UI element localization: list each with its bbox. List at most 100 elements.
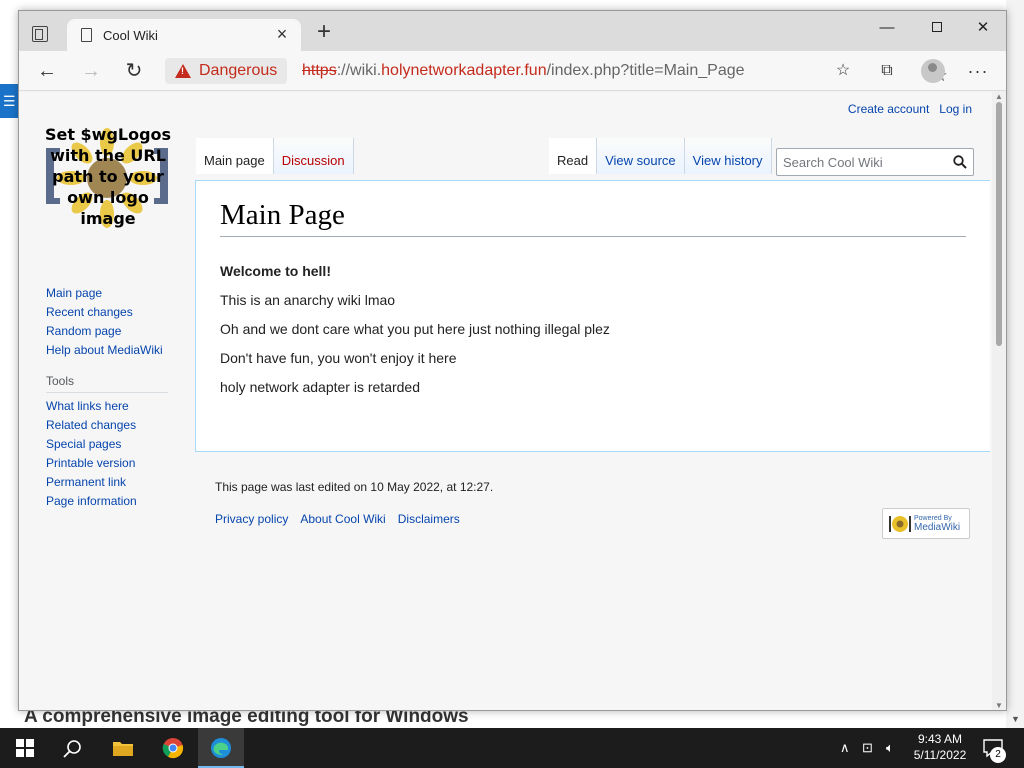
more-options-icon[interactable]: ··· bbox=[967, 61, 989, 81]
scroll-down-arrow-icon[interactable]: ▼ bbox=[1011, 714, 1020, 724]
maximize-button[interactable] bbox=[914, 15, 960, 41]
tab-title: Cool Wiki bbox=[103, 28, 158, 43]
mediawiki-flower-icon bbox=[889, 515, 911, 532]
sidebar: Main page Recent changes Random page Hel… bbox=[46, 284, 176, 511]
clock[interactable]: 9:43 AM 5/11/2022 bbox=[908, 731, 972, 763]
page-icon bbox=[81, 28, 92, 42]
url-path: /index.php?title=Main_Page bbox=[546, 62, 745, 79]
chrome-button[interactable] bbox=[150, 728, 196, 768]
page-scrollbar[interactable]: ▲ ▼ bbox=[992, 92, 1006, 710]
folder-icon bbox=[113, 742, 133, 756]
security-label: Dangerous bbox=[199, 62, 278, 79]
back-icon[interactable]: ← bbox=[33, 58, 61, 84]
login-link[interactable]: Log in bbox=[939, 102, 972, 116]
sidebar-item-permanent-link[interactable]: Permanent link bbox=[46, 473, 176, 492]
logo-text: Set $wgLogos with the URL path to your o… bbox=[44, 125, 172, 228]
sidebar-item-random-page[interactable]: Random page bbox=[46, 322, 176, 341]
sidebar-item-related-changes[interactable]: Related changes bbox=[46, 416, 176, 435]
sidebar-item-help[interactable]: Help about MediaWiki bbox=[46, 341, 176, 360]
namespace-tabs: Main page Discussion bbox=[196, 138, 354, 174]
tools-heading: Tools bbox=[46, 374, 168, 393]
browser-tab[interactable]: Cool Wiki × bbox=[67, 19, 301, 51]
sidebar-item-printable-version[interactable]: Printable version bbox=[46, 454, 176, 473]
browser-window: Cool Wiki × + — ✕ ← → ↻ Dangerous https:… bbox=[18, 10, 1007, 711]
maximize-icon bbox=[932, 22, 942, 32]
tab-bar: Cool Wiki × + — ✕ bbox=[19, 11, 1006, 51]
favorites-icon[interactable]: ☆ bbox=[832, 61, 854, 81]
privacy-policy-link[interactable]: Privacy policy bbox=[215, 512, 288, 526]
main-content: Main Page Welcome to hell! This is an an… bbox=[195, 180, 990, 452]
wiki-logo[interactable]: Set $wgLogos with the URL path to your o… bbox=[41, 122, 175, 234]
windows-logo-icon bbox=[26, 749, 34, 757]
body-paragraph: holy network adapter is retarded bbox=[220, 379, 420, 395]
sidebar-item-main-page[interactable]: Main page bbox=[46, 284, 176, 303]
body-paragraph: Welcome to hell! bbox=[220, 263, 331, 279]
tab-view-history[interactable]: View history bbox=[684, 138, 772, 174]
close-tab-icon[interactable]: × bbox=[273, 24, 291, 44]
chevron-up-icon[interactable]: ∧ bbox=[840, 740, 850, 756]
warning-icon bbox=[175, 64, 191, 78]
body-paragraph: Don't have fun, you won't enjoy it here bbox=[220, 350, 457, 366]
sidebar-item-special-pages[interactable]: Special pages bbox=[46, 435, 176, 454]
minimize-button[interactable]: — bbox=[864, 15, 910, 41]
windows-logo-icon bbox=[26, 739, 34, 747]
search-icon[interactable] bbox=[953, 155, 967, 169]
browser-toolbar: ← → ↻ Dangerous https://wiki.holynetwork… bbox=[19, 51, 1006, 91]
sidebar-item-what-links-here[interactable]: What links here bbox=[46, 397, 176, 416]
powered-by-mediawiki-badge[interactable]: Powered By MediaWiki bbox=[882, 508, 970, 539]
search-box bbox=[776, 148, 974, 176]
taskbar: ∧ ⊡ 🔈︎ 9:43 AM 5/11/2022 2 bbox=[0, 728, 1024, 768]
tab-actions-icon[interactable] bbox=[32, 26, 48, 42]
tab-view-source[interactable]: View source bbox=[597, 138, 685, 174]
url-text[interactable]: https://wiki.holynetworkadapter.fun/inde… bbox=[302, 62, 745, 80]
search-icon[interactable] bbox=[62, 738, 84, 760]
security-indicator[interactable]: Dangerous bbox=[165, 58, 288, 84]
volume-icon[interactable]: 🔈︎ bbox=[886, 740, 894, 756]
body-paragraph: Oh and we dont care what you put here ju… bbox=[220, 321, 610, 337]
edge-button[interactable] bbox=[198, 728, 244, 768]
scrollbar-thumb[interactable] bbox=[996, 102, 1002, 346]
tab-read[interactable]: Read bbox=[549, 138, 598, 174]
page-viewport: Create account Log in Set $wgLogos with … bbox=[19, 92, 1006, 710]
url-host: holynetworkadapter.fun bbox=[381, 62, 547, 79]
reload-icon[interactable]: ↻ bbox=[120, 58, 148, 84]
clock-time: 9:43 AM bbox=[917, 732, 963, 746]
file-explorer-button[interactable] bbox=[100, 728, 146, 768]
collections-icon[interactable]: ⧉ bbox=[876, 61, 898, 81]
tab-main-page[interactable]: Main page bbox=[196, 138, 274, 174]
body-paragraph: This is an anarchy wiki lmao bbox=[220, 292, 396, 308]
start-button[interactable] bbox=[16, 739, 34, 757]
last-edited-info: This page was last edited on 10 May 2022… bbox=[215, 480, 494, 494]
desktop-scrollbar[interactable]: ▼ bbox=[1006, 0, 1024, 728]
footer-links: Privacy policy About Cool Wiki Disclaime… bbox=[215, 512, 460, 526]
powered-by-brand: MediaWiki bbox=[914, 522, 961, 533]
profile-avatar-icon[interactable] bbox=[921, 59, 945, 83]
url-scheme: https bbox=[302, 62, 337, 79]
address-bar[interactable]: Dangerous https://wiki.holynetworkadapte… bbox=[165, 56, 948, 86]
sidebar-item-recent-changes[interactable]: Recent changes bbox=[46, 303, 176, 322]
network-icon[interactable]: ⊡ bbox=[862, 740, 873, 756]
personal-tools: Create account Log in bbox=[848, 102, 972, 116]
close-window-button[interactable]: ✕ bbox=[960, 15, 1006, 41]
forward-icon[interactable]: → bbox=[77, 58, 105, 84]
windows-logo-icon bbox=[16, 749, 24, 757]
page-body: Welcome to hell! This is an anarchy wiki… bbox=[220, 257, 610, 402]
sidebar-item-page-information[interactable]: Page information bbox=[46, 492, 176, 511]
view-tabs: Read View source View history bbox=[549, 138, 772, 174]
clock-date: 5/11/2022 bbox=[913, 748, 967, 762]
scroll-down-icon[interactable]: ▼ bbox=[995, 701, 1003, 710]
scroll-up-icon[interactable]: ▲ bbox=[995, 92, 1003, 101]
windows-logo-icon bbox=[16, 739, 24, 747]
powered-by-small: Powered By bbox=[914, 515, 952, 522]
tab-discussion[interactable]: Discussion bbox=[273, 138, 354, 174]
url-separator: :// bbox=[336, 62, 351, 79]
powered-by-text: Powered By MediaWiki bbox=[914, 514, 960, 533]
desktop-app-fragment: ☰ bbox=[0, 84, 18, 118]
new-tab-icon[interactable]: + bbox=[313, 20, 335, 45]
about-link[interactable]: About Cool Wiki bbox=[300, 512, 385, 526]
search-input[interactable] bbox=[777, 149, 947, 175]
notification-count-badge: 2 bbox=[990, 747, 1006, 763]
url-host-prefix: wiki. bbox=[350, 62, 382, 79]
create-account-link[interactable]: Create account bbox=[848, 102, 929, 116]
disclaimers-link[interactable]: Disclaimers bbox=[398, 512, 460, 526]
